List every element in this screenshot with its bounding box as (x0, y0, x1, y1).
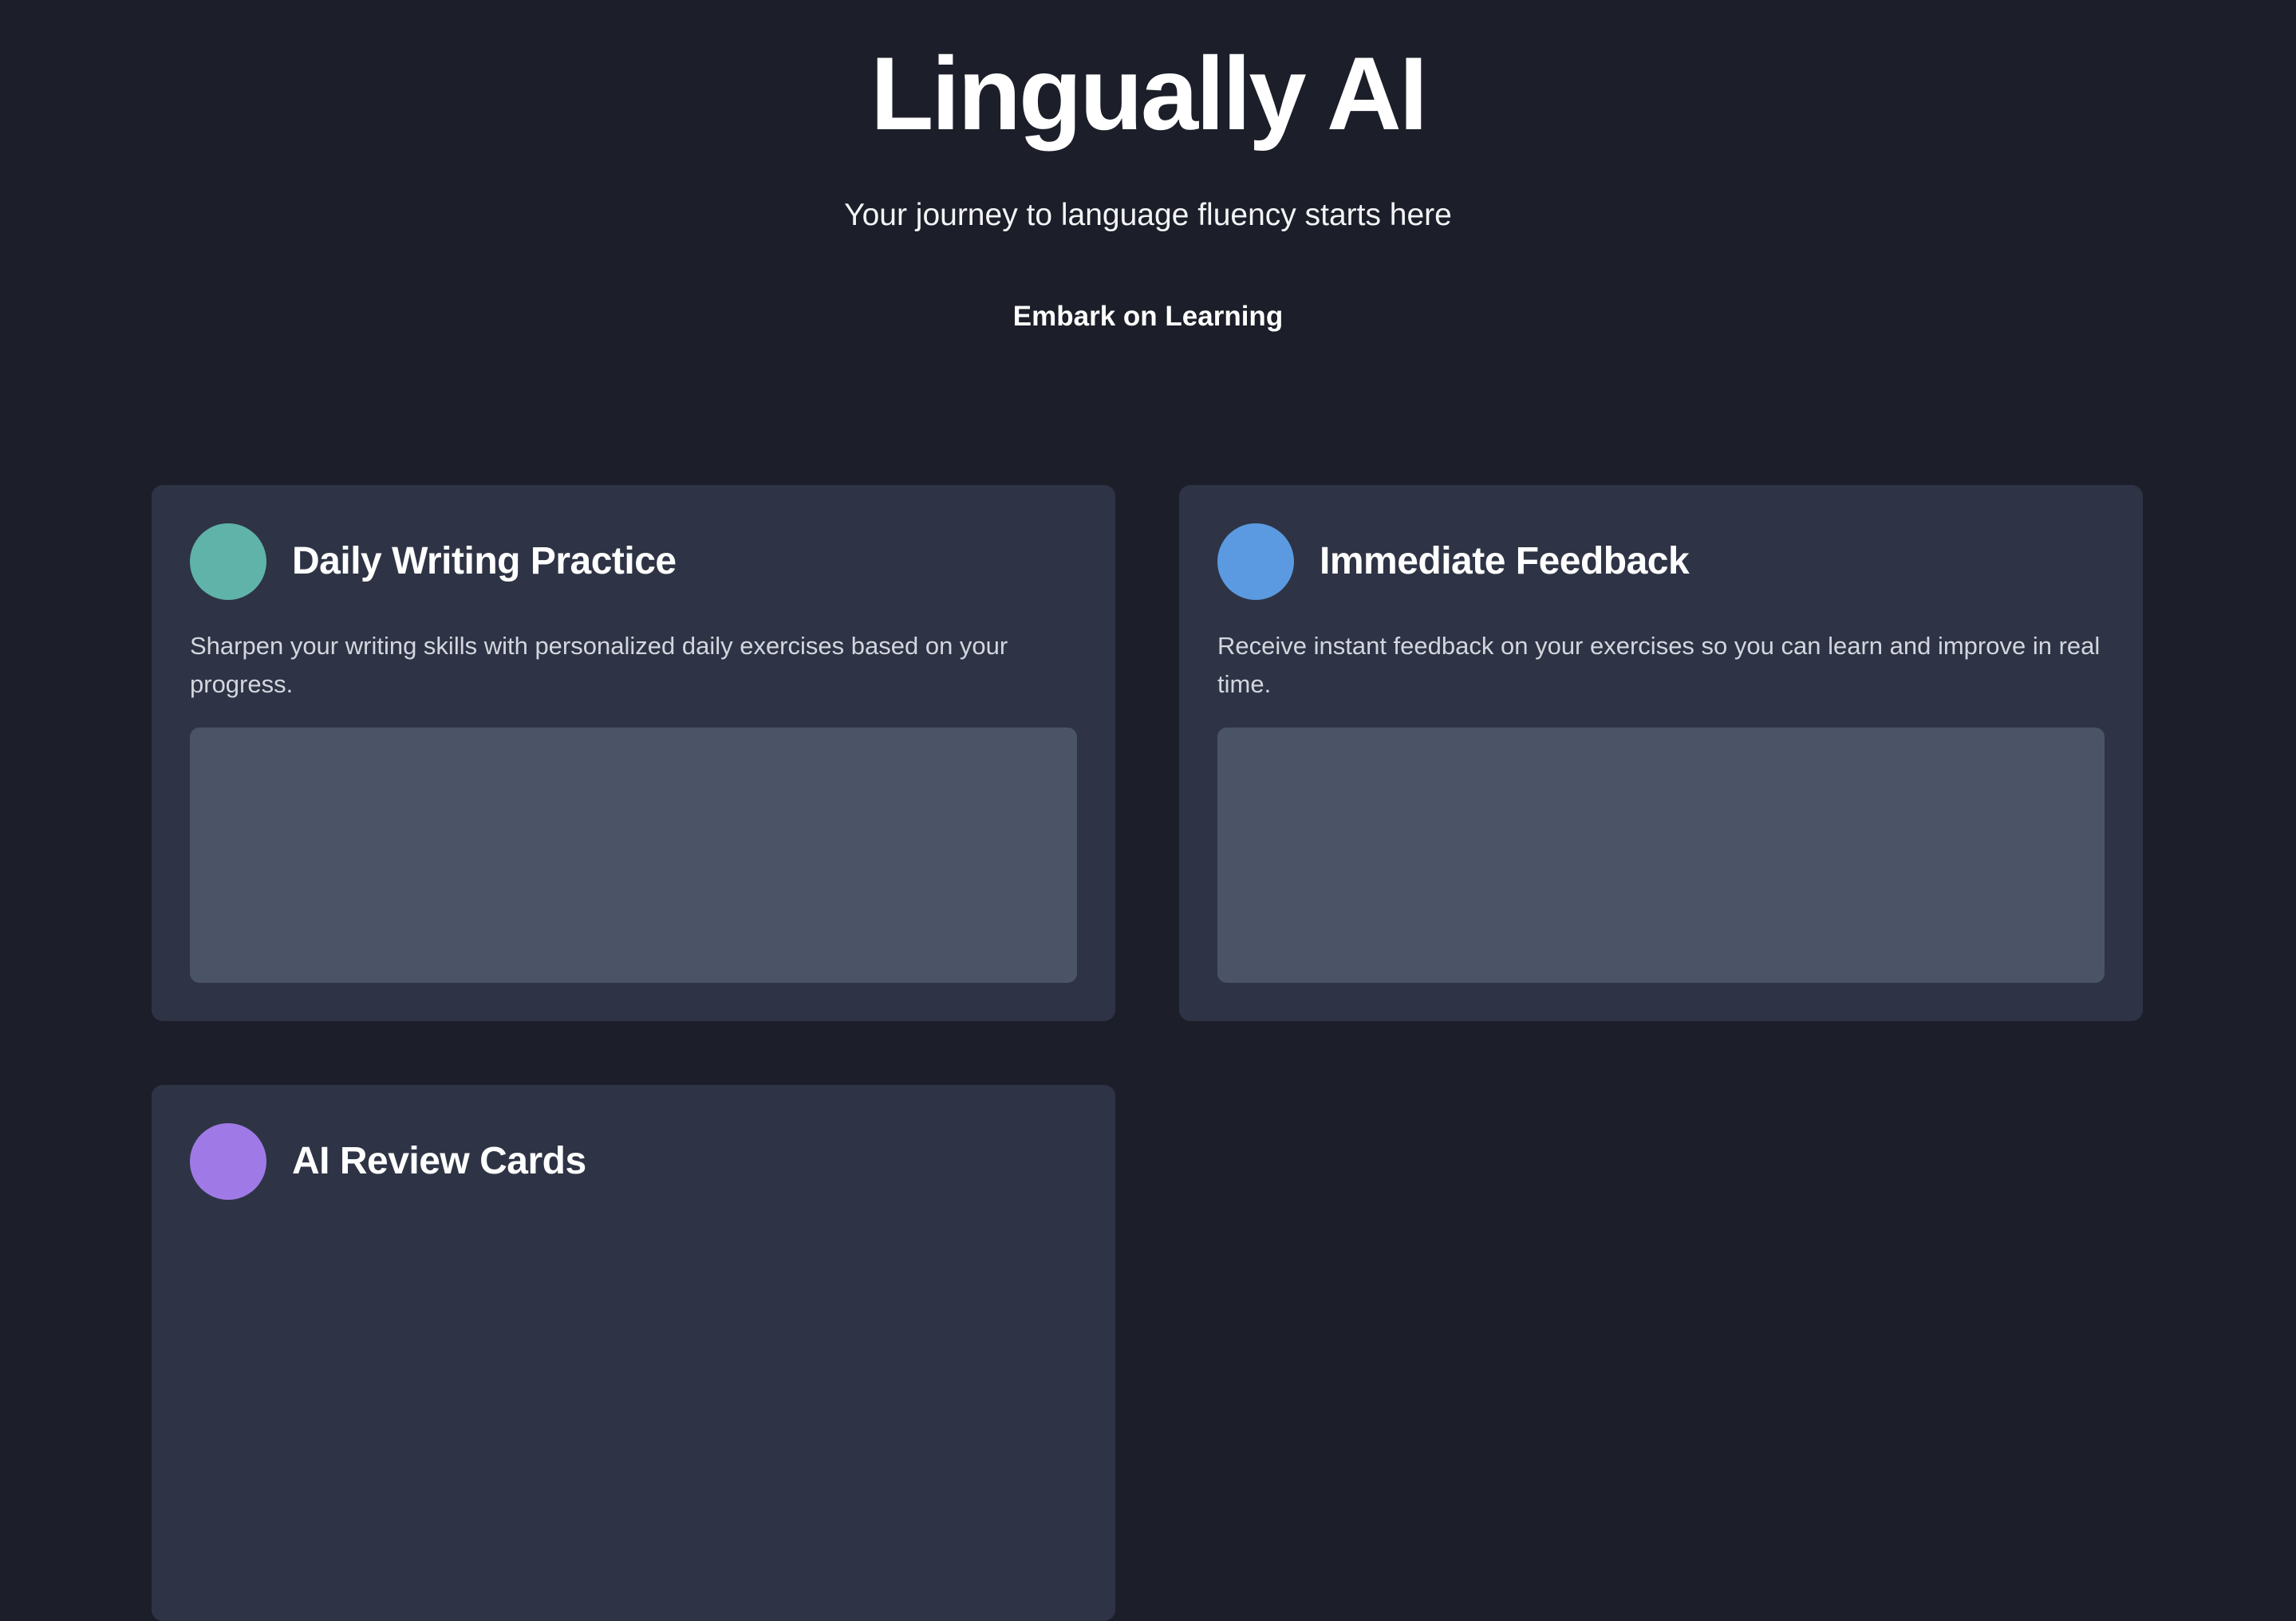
hero-subtitle: Your journey to language fluency starts … (844, 198, 1452, 232)
feature-card-immediate-feedback: Immediate Feedback Receive instant feedb… (1179, 485, 2143, 1021)
page-title: Lingually AI (870, 35, 1428, 152)
feature-title: Immediate Feedback (1320, 540, 1690, 582)
feature-media-placeholder (190, 728, 1077, 983)
feature-card-ai-review-cards: AI Review Cards (152, 1085, 1115, 1621)
feature-circle-icon (190, 523, 266, 600)
embark-on-learning-button[interactable]: Embark on Learning (949, 289, 1347, 345)
feature-card-daily-writing: Daily Writing Practice Sharpen your writ… (152, 485, 1115, 1021)
feature-circle-icon (190, 1123, 266, 1200)
feature-title: AI Review Cards (292, 1140, 586, 1182)
feature-title: Daily Writing Practice (292, 540, 677, 582)
feature-media-placeholder (1217, 728, 2105, 983)
feature-description: Sharpen your writing skills with persona… (190, 632, 1008, 698)
feature-description: Receive instant feedback on your exercis… (1217, 632, 2101, 698)
feature-circle-icon (1217, 523, 1294, 600)
